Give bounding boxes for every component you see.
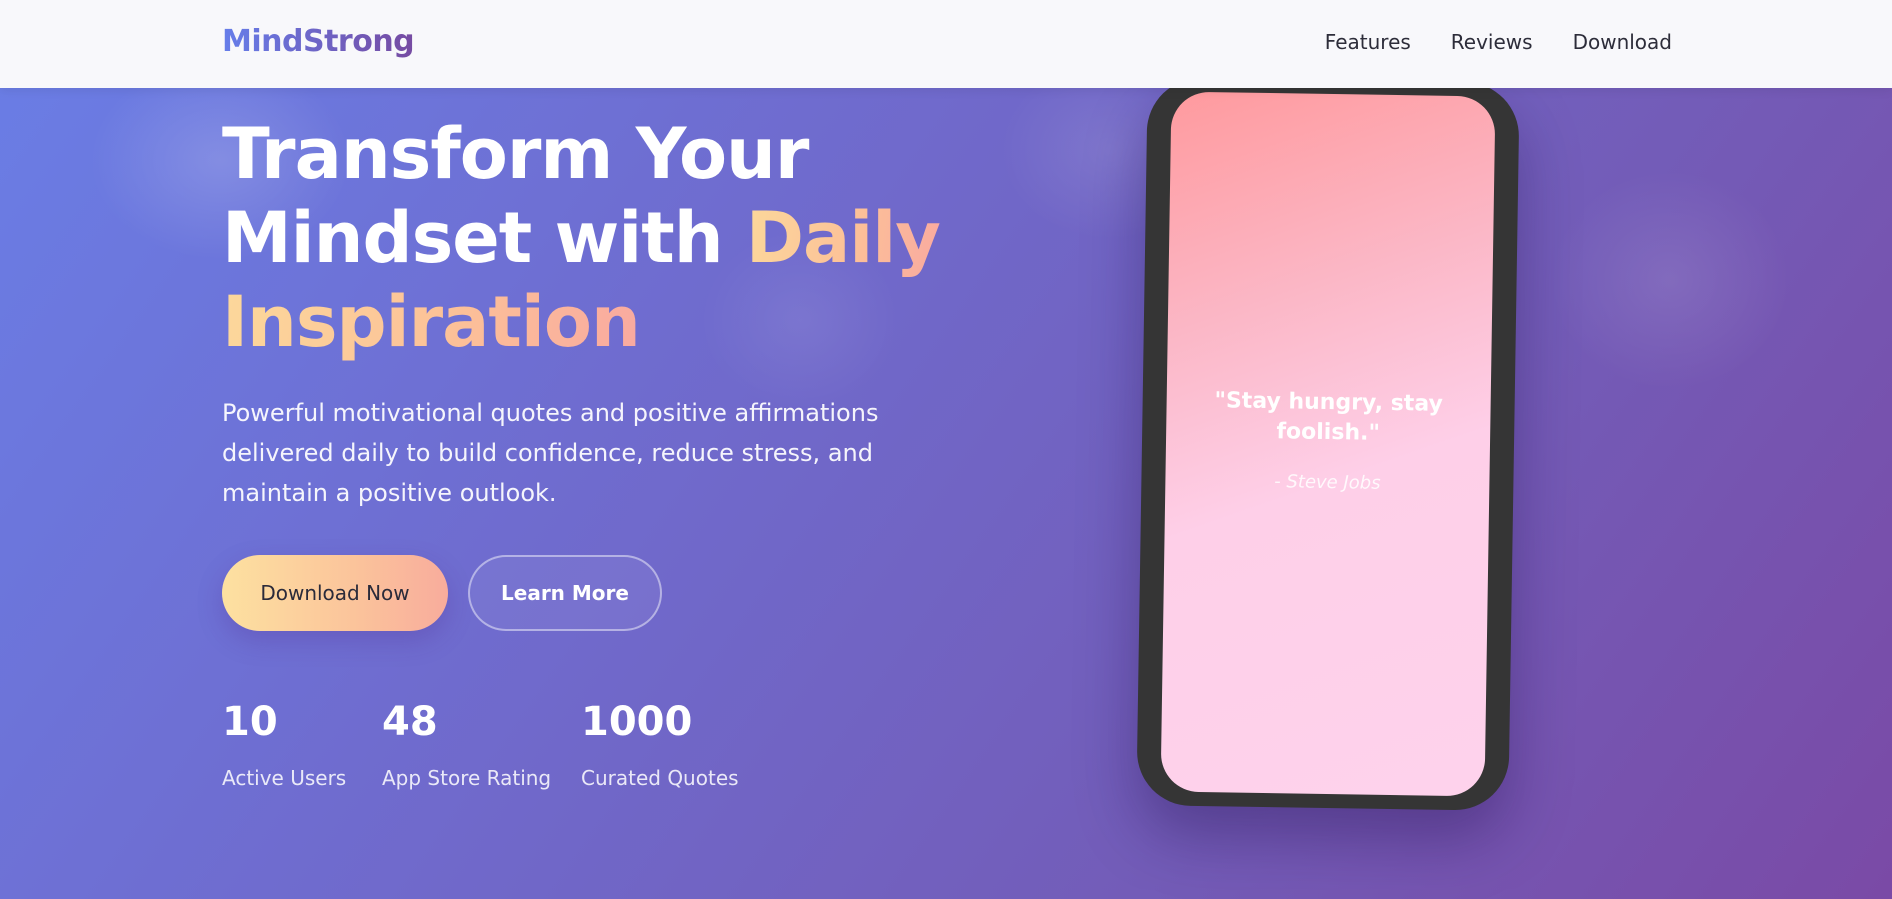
stat-label: Active Users xyxy=(222,766,347,790)
download-now-button[interactable]: Download Now xyxy=(222,555,448,631)
learn-more-button[interactable]: Learn More xyxy=(468,555,662,631)
nav-link-download[interactable]: Download xyxy=(1573,30,1672,54)
quote-text: "Stay hungry, stay foolish." xyxy=(1214,388,1444,446)
nav-link-features[interactable]: Features xyxy=(1325,30,1411,54)
hero-title-accent-daily: Daily xyxy=(745,197,941,279)
nav-link-reviews[interactable]: Reviews xyxy=(1451,30,1533,54)
stat-active-users: 10 Active Users xyxy=(222,698,346,790)
nav-links: Features Reviews Download xyxy=(1325,30,1672,54)
stat-label: App Store Rating xyxy=(382,766,552,790)
logo[interactable]: MindStrong xyxy=(222,24,415,59)
phone-screen: "Stay hungry, stay foolish." - Steve Job… xyxy=(1160,91,1496,797)
hero-title-line2: Mindset with xyxy=(222,197,746,279)
quote-author: - Steve Jobs xyxy=(1274,471,1381,494)
hero-title-accent-inspiration: Inspiration xyxy=(222,281,641,363)
stat-label: Curated Quotes xyxy=(581,766,739,790)
stat-value: 48 xyxy=(382,699,438,745)
navbar: MindStrong Features Reviews Download xyxy=(0,0,1892,88)
stat-value: 1000 xyxy=(581,699,693,745)
hero-title-line1: Transform Your xyxy=(222,113,809,195)
stat-curated-quotes: 1000 Curated Quotes xyxy=(581,698,739,790)
stat-value: 10 xyxy=(222,699,278,745)
hero-title: Transform Your Mindset with Daily Inspirat… xyxy=(222,112,982,364)
hero-subtitle: Powerful motivational quotes and positiv… xyxy=(222,399,879,507)
phone-mockup: "Stay hungry, stay foolish." - Steve Job… xyxy=(1136,77,1520,811)
stat-app-store-rating: 48 App Store Rating xyxy=(382,698,551,790)
background-glow xyxy=(1550,170,1790,390)
